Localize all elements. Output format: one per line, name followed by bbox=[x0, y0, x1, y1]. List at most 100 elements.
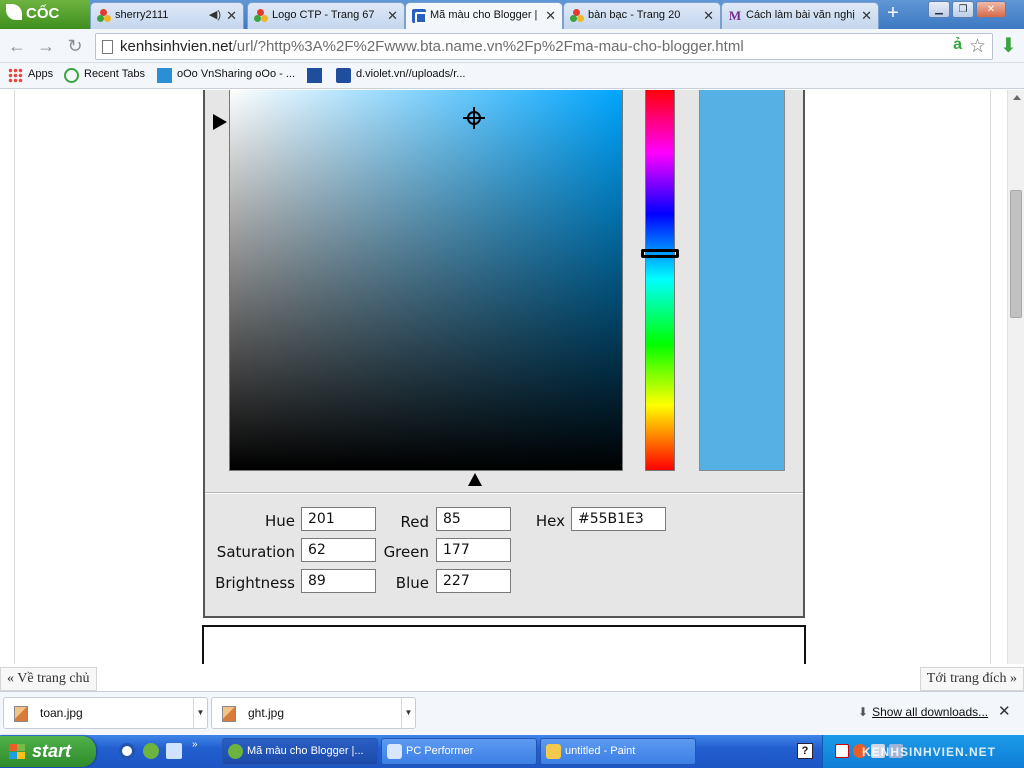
red-label: Red bbox=[400, 513, 430, 531]
tab-strip: CỐC CỐC sherry2111 ◀) ✕ Logo CTP - Trang… bbox=[0, 0, 1024, 50]
m-icon: M bbox=[728, 8, 742, 23]
quicklaunch-desktop-icon[interactable] bbox=[166, 743, 182, 759]
bookmark-violet-uploads[interactable]: d.violet.vn//uploads/r... bbox=[336, 68, 465, 83]
url-text[interactable]: kenhsinhvien.net/url/?http%3A%2F%2Fwww.b… bbox=[120, 38, 744, 55]
hue-label: Hue bbox=[264, 512, 295, 530]
bookmark-star-icon[interactable]: ☆ bbox=[969, 35, 986, 58]
image-file-icon bbox=[14, 706, 28, 722]
triangle-right-icon[interactable] bbox=[213, 114, 227, 130]
violet-icon bbox=[307, 68, 322, 83]
scrollbar-thumb[interactable] bbox=[1010, 190, 1022, 318]
destination-link[interactable]: Tới trang đích » bbox=[919, 667, 1024, 691]
bookmark-label: Recent Tabs bbox=[84, 68, 145, 80]
green-input[interactable] bbox=[436, 538, 511, 562]
page-border-left bbox=[14, 90, 15, 664]
help-icon[interactable]: ? bbox=[797, 743, 813, 759]
address-bar[interactable]: kenhsinhvien.net/url/?http%3A%2F%2Fwww.b… bbox=[95, 33, 993, 60]
tab-ma-mau-blogger[interactable]: Mã màu cho Blogger | ✕ bbox=[405, 2, 563, 30]
coccoc-logo-icon bbox=[6, 4, 22, 20]
restore-button[interactable]: ❐ bbox=[952, 1, 974, 18]
home-link[interactable]: « Về trang chủ bbox=[0, 667, 97, 691]
tab-cach-lam-bai[interactable]: M Cách làm bài văn nghị ✕ bbox=[721, 2, 879, 29]
recent-tabs-icon bbox=[64, 68, 79, 83]
new-tab-button[interactable]: + bbox=[880, 3, 906, 25]
task-ma-mau-blogger[interactable]: Mã màu cho Blogger |... bbox=[222, 738, 378, 765]
v-tray-icon[interactable] bbox=[835, 744, 849, 758]
coccoc-icon bbox=[228, 744, 243, 759]
download-icon[interactable]: ⬇ bbox=[1000, 33, 1017, 58]
url-host: kenhsinhvien.net bbox=[120, 38, 233, 55]
download-item-ght[interactable]: ght.jpg ▼ bbox=[211, 697, 416, 729]
tab-title: Mã màu cho Blogger | bbox=[430, 9, 538, 21]
bookmark-apps[interactable]: Apps bbox=[8, 68, 54, 83]
show-all-downloads-link[interactable]: ⬇ Show all downloads... bbox=[858, 705, 988, 719]
back-button[interactable]: ← bbox=[6, 35, 28, 57]
picker-divider bbox=[205, 492, 803, 494]
speaker-icon[interactable]: ◀) bbox=[209, 3, 221, 28]
task-label: Mã màu cho Blogger |... bbox=[247, 745, 364, 757]
page-scrollbar[interactable] bbox=[1007, 90, 1024, 664]
close-window-button[interactable]: ✕ bbox=[976, 1, 1006, 18]
paint-icon bbox=[546, 744, 561, 759]
saturation-input[interactable] bbox=[301, 538, 376, 562]
green-label: Green bbox=[383, 543, 429, 561]
vnsharing-icon bbox=[157, 68, 172, 83]
forward-button[interactable]: → bbox=[35, 35, 57, 57]
crosshair-icon[interactable] bbox=[463, 107, 485, 129]
download-filename: ght.jpg bbox=[248, 706, 285, 720]
bookmarks-bar: Apps Recent Tabs oOo VnSharing oOo - ...… bbox=[0, 63, 1024, 89]
image-file-icon bbox=[222, 706, 236, 722]
task-label: untitled - Paint bbox=[565, 745, 636, 757]
hex-label: Hex bbox=[535, 512, 565, 530]
tab-title: Cách làm bài văn nghị bbox=[746, 9, 855, 21]
blogger-icon bbox=[412, 9, 427, 24]
reload-button[interactable]: ↻ bbox=[64, 35, 86, 57]
coccoc-menu-button[interactable]: CỐC CỐC bbox=[0, 0, 90, 50]
hue-slider-handle[interactable] bbox=[641, 249, 679, 258]
browser-toolbar: ← → ↻ kenhsinhvien.net/url/?http%3A%2F%2… bbox=[0, 29, 1024, 63]
close-icon[interactable]: ✕ bbox=[998, 702, 1011, 720]
tab-logo-ctp[interactable]: Logo CTP - Trang 67 ✕ bbox=[247, 2, 405, 29]
quicklaunch-coccoc-icon[interactable] bbox=[143, 743, 159, 759]
chevron-down-icon[interactable]: ▼ bbox=[193, 698, 207, 728]
close-icon[interactable]: ✕ bbox=[545, 3, 556, 28]
hex-input[interactable] bbox=[571, 507, 666, 531]
translate-icon[interactable]: ả bbox=[953, 36, 962, 54]
close-icon[interactable]: ✕ bbox=[387, 3, 398, 28]
close-icon[interactable]: ✕ bbox=[861, 3, 872, 28]
brightness-input[interactable] bbox=[301, 569, 376, 593]
download-item-toan[interactable]: toan.jpg ▼ bbox=[3, 697, 208, 729]
blue-label: Blue bbox=[395, 574, 429, 592]
chrome-tri-icon bbox=[254, 9, 268, 23]
tab-sherry2111[interactable]: sherry2111 ◀) ✕ bbox=[90, 2, 244, 29]
chevron-down-icon[interactable]: ▼ bbox=[401, 698, 415, 728]
task-paint[interactable]: untitled - Paint bbox=[540, 738, 696, 765]
bookmark-label: Apps bbox=[28, 68, 54, 80]
minimize-button[interactable]: ▁ bbox=[928, 1, 950, 18]
brightness-label: Brightness bbox=[215, 574, 295, 592]
quicklaunch-b-icon[interactable] bbox=[119, 743, 135, 759]
scroll-up-arrow-icon[interactable] bbox=[1013, 95, 1021, 100]
close-icon[interactable]: ✕ bbox=[703, 3, 714, 28]
color-preview-swatch bbox=[699, 90, 785, 471]
hue-input[interactable] bbox=[301, 507, 376, 531]
watermark-text: KENHSINHVIEN.NET bbox=[862, 745, 997, 759]
windows-flag-icon bbox=[9, 744, 25, 759]
violet-page-icon bbox=[336, 68, 351, 83]
download-shelf: toan.jpg ▼ ght.jpg ▼ ⬇ Show all downloads… bbox=[0, 691, 1024, 735]
bookmark-label: oOo VnSharing oOo - ... bbox=[177, 68, 296, 80]
close-icon[interactable]: ✕ bbox=[226, 3, 237, 28]
bookmark-recent-tabs[interactable]: Recent Tabs bbox=[64, 68, 145, 83]
red-input[interactable] bbox=[436, 507, 511, 531]
chrome-tri-icon bbox=[97, 9, 111, 23]
bookmark-vnsharing[interactable]: oOo VnSharing oOo - ... bbox=[157, 68, 296, 83]
more-chevron-icon[interactable]: » bbox=[192, 739, 198, 750]
color-picker: Hue Saturation Brightness Red Green Blue… bbox=[203, 90, 805, 618]
task-pc-performer[interactable]: PC Performer bbox=[381, 738, 537, 765]
tab-ban-bac[interactable]: bàn bạc - Trang 20 ✕ bbox=[563, 2, 721, 29]
triangle-up-icon[interactable] bbox=[468, 473, 482, 486]
hue-slider[interactable] bbox=[645, 90, 675, 471]
blue-input[interactable] bbox=[436, 569, 511, 593]
saturation-brightness-field[interactable] bbox=[229, 90, 623, 471]
start-button[interactable]: start bbox=[0, 736, 96, 767]
